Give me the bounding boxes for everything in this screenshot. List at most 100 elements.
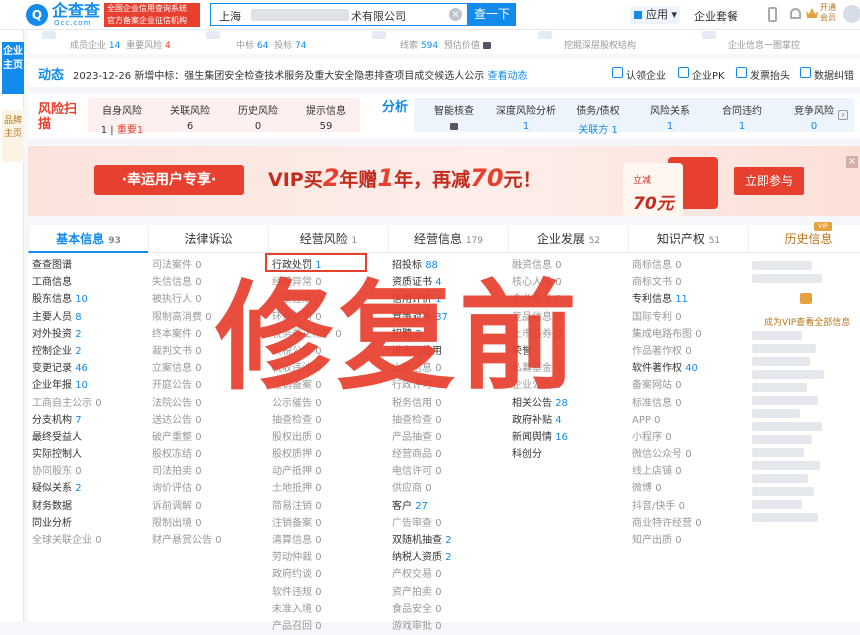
list-item[interactable]: 财务数据 <box>28 498 148 515</box>
dynamic-link[interactable]: 查看动态 <box>488 71 528 82</box>
avatar[interactable] <box>843 5 860 23</box>
risk-self[interactable]: 自身风险 1 | 重要1 <box>88 102 156 136</box>
package-link[interactable]: 企业套餐 <box>694 8 738 24</box>
stat-members[interactable]: 成员企业 14 重要风险 4 <box>70 38 171 51</box>
list-item[interactable]: 商标信息 0 <box>628 257 748 274</box>
list-item[interactable]: 股权冻结 0 <box>148 446 268 463</box>
list-item[interactable]: 股权出质 0 <box>268 429 388 446</box>
logo-text[interactable]: 企查查 <box>52 2 100 20</box>
chevron-right-icon[interactable]: › <box>838 110 848 120</box>
bell-icon[interactable] <box>790 8 801 19</box>
list-item[interactable]: 破产重整 0 <box>148 429 268 446</box>
list-item[interactable]: 实际控制人 <box>28 446 148 463</box>
list-item[interactable]: 游戏审批 0 <box>388 618 508 635</box>
phone-icon[interactable] <box>768 7 777 22</box>
rail-company-home[interactable]: 企业主页 <box>2 42 24 94</box>
stat-overview[interactable]: 企业信息一图掌控 <box>728 38 800 51</box>
invoice-title-link[interactable]: 发票抬头 <box>736 67 790 82</box>
list-item[interactable]: 控制企业 2 <box>28 343 148 360</box>
list-item[interactable]: 经营商品 0 <box>388 446 508 463</box>
list-item[interactable]: 询价评估 0 <box>148 480 268 497</box>
company-pk-link[interactable]: 企业PK <box>678 67 725 82</box>
list-item[interactable]: 未准入境 0 <box>268 601 388 618</box>
list-item[interactable]: 同业分析 <box>28 515 148 532</box>
tab-basic-info[interactable]: 基本信息 93 <box>28 225 148 253</box>
tab-history[interactable]: 历史信息 <box>748 225 860 253</box>
list-item[interactable]: 查查图谱 <box>28 257 148 274</box>
list-item[interactable]: 资产拍卖 0 <box>388 584 508 601</box>
list-item[interactable]: 企业年报 10 <box>28 377 148 394</box>
search-button[interactable]: 查一下 <box>468 3 516 26</box>
list-item[interactable]: 产品召回 0 <box>268 618 388 635</box>
list-item[interactable]: 动产抵押 0 <box>268 463 388 480</box>
list-item[interactable]: 食品安全 0 <box>388 601 508 618</box>
list-item[interactable]: 抽查检查 0 <box>388 412 508 429</box>
list-item[interactable]: 产品抽查 0 <box>388 429 508 446</box>
analysis-debt[interactable]: 债务/债权 关联方 1 <box>562 102 634 136</box>
risk-notice[interactable]: 提示信息 59 <box>292 102 360 132</box>
list-item[interactable]: 软件著作权 40 <box>628 360 748 377</box>
list-item[interactable]: 土地抵押 0 <box>268 480 388 497</box>
rail-brand-home[interactable]: 品牌主页 <box>2 110 24 162</box>
list-item[interactable]: 疑似关系 2 <box>28 480 148 497</box>
list-item[interactable]: 抽查检查 0 <box>268 412 388 429</box>
list-item[interactable]: 简易注销 0 <box>268 498 388 515</box>
list-item[interactable]: 注销备案 0 <box>268 515 388 532</box>
list-item[interactable]: 标准信息 0 <box>628 395 748 412</box>
list-item[interactable]: 线上店铺 0 <box>628 463 748 480</box>
tab-operating-risk[interactable]: 经营风险 1 <box>268 225 388 253</box>
list-item[interactable]: 协同股东 0 <box>28 463 148 480</box>
list-item[interactable]: 微博 0 <box>628 480 748 497</box>
tab-development[interactable]: 企业发展 52 <box>508 225 628 253</box>
list-item[interactable]: 集成电路布图 0 <box>628 326 748 343</box>
list-item[interactable]: 专利信息 11 <box>628 291 748 308</box>
close-icon[interactable]: × <box>846 156 858 168</box>
app-menu-button[interactable]: 应用 ▾ <box>630 6 680 24</box>
tab-litigation[interactable]: 法律诉讼 <box>148 225 268 253</box>
data-correction-link[interactable]: 数据纠错 <box>800 67 854 82</box>
list-item[interactable]: 最终受益人 <box>28 429 148 446</box>
vip-label[interactable]: 开通会员 <box>820 3 840 23</box>
stat-equity[interactable]: 挖掘深层股权结构 <box>564 38 636 51</box>
join-now-button[interactable]: 立即参与 <box>734 167 804 195</box>
list-item[interactable]: 国际专利 0 <box>628 309 748 326</box>
list-item[interactable]: 客户 27 <box>388 498 508 515</box>
qcc-logo-icon[interactable]: Q <box>26 4 48 26</box>
list-item[interactable]: 知产出质 0 <box>628 532 748 549</box>
tab-ip[interactable]: 知识产权 51 <box>628 225 748 253</box>
list-item[interactable]: 诉前调解 0 <box>148 498 268 515</box>
list-item[interactable]: 工商信息 <box>28 274 148 291</box>
list-item[interactable]: 抖音/快手 0 <box>628 498 748 515</box>
list-item[interactable]: 小程序 0 <box>628 429 748 446</box>
list-item[interactable]: 政府补贴 4 <box>508 412 628 429</box>
list-item[interactable]: 商业特许经营 0 <box>628 515 748 532</box>
list-item[interactable]: 作品著作权 0 <box>628 343 748 360</box>
list-item[interactable]: 股权质押 0 <box>268 446 388 463</box>
risk-related[interactable]: 关联风险 6 <box>156 102 224 132</box>
list-item[interactable]: 政府约谈 0 <box>268 566 388 583</box>
promo-banner[interactable]: ·幸运用户专享· VIP买2年赠1年，再减70元！ 立减 70元 立即参与 × <box>28 146 860 217</box>
stat-bids[interactable]: 中标 64 投标 74 <box>236 38 306 51</box>
tab-operating-info[interactable]: 经营信息 179 <box>388 225 508 253</box>
analysis-smart-check[interactable]: 智能核查 <box>418 102 490 132</box>
list-item[interactable]: 新闻舆情 16 <box>508 429 628 446</box>
list-item[interactable]: 双随机抽查 2 <box>388 532 508 549</box>
list-item[interactable]: 主要人员 8 <box>28 309 148 326</box>
list-item[interactable]: 财产悬赏公告 0 <box>148 532 268 549</box>
analysis-deep-risk[interactable]: 深度风险分析 1 <box>490 102 562 132</box>
list-item[interactable]: 劳动仲裁 0 <box>268 549 388 566</box>
list-item[interactable]: 软件违规 0 <box>268 584 388 601</box>
list-item[interactable]: 微信公众号 0 <box>628 446 748 463</box>
risk-history[interactable]: 历史风险 0 <box>224 102 292 132</box>
claim-company-link[interactable]: 认领企业 <box>612 67 666 82</box>
list-item[interactable]: 全球关联企业 0 <box>28 532 148 549</box>
list-item[interactable]: 送达公告 0 <box>148 412 268 429</box>
list-item[interactable]: 科创分 <box>508 446 628 463</box>
list-item[interactable]: 清算信息 0 <box>268 532 388 549</box>
list-item[interactable]: 产权交易 0 <box>388 566 508 583</box>
analysis-contract[interactable]: 合同违约 1 <box>706 102 778 132</box>
list-item[interactable]: 工商自主公示 0 <box>28 395 148 412</box>
analysis-risk-relation[interactable]: 风险关系 1 <box>634 102 706 132</box>
vip-history-link[interactable]: 成为VIP查看全部信息 <box>764 315 850 328</box>
list-item[interactable]: 纳税人资质 2 <box>388 549 508 566</box>
